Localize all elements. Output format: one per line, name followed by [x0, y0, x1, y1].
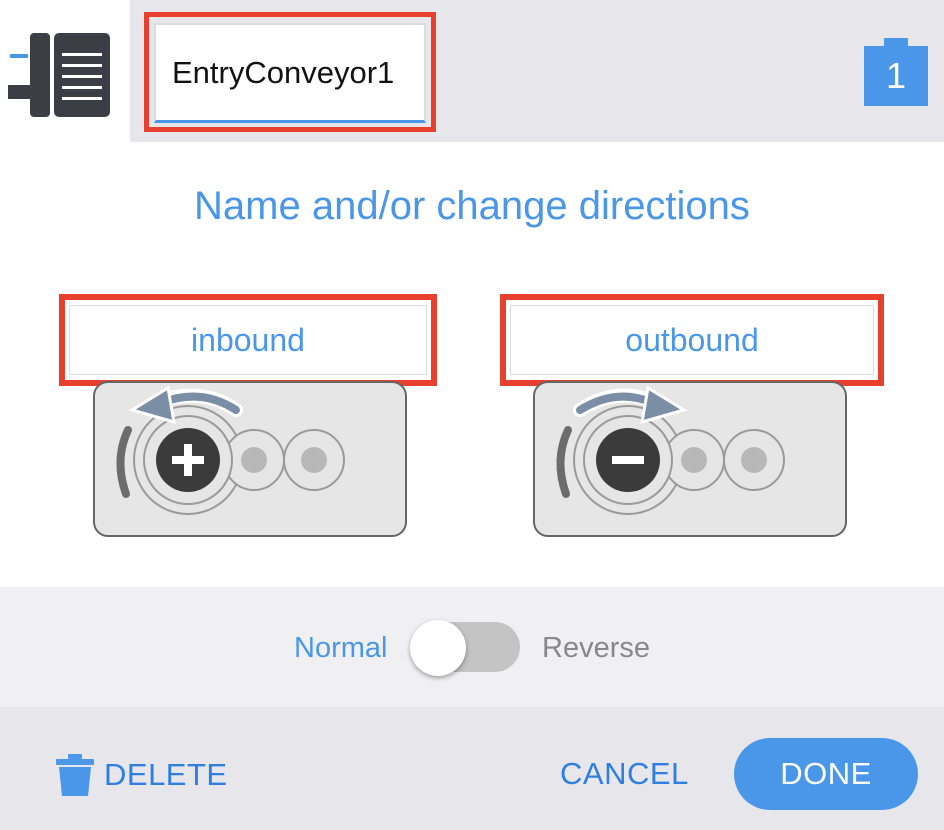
delete-button[interactable]: DELETE — [56, 748, 228, 802]
trash-icon — [56, 754, 94, 796]
device-tile — [0, 0, 130, 142]
delete-label: DELETE — [104, 757, 228, 792]
port-number-badge: 1 — [885, 55, 907, 96]
inbound-button[interactable]: inbound — [69, 305, 427, 375]
outbound-rotation-illustration — [533, 381, 847, 537]
header-bar — [0, 0, 944, 142]
reverse-label: Reverse — [542, 632, 650, 664]
conveyor-device-icon — [8, 33, 110, 117]
inbound-rotation-illustration — [93, 381, 407, 537]
cancel-button[interactable]: CANCEL — [560, 756, 689, 792]
direction-toggle-knob[interactable] — [410, 620, 466, 676]
page-title: Name and/or change directions — [194, 184, 750, 228]
device-name-input[interactable] — [154, 23, 426, 123]
normal-label: Normal — [294, 632, 388, 664]
done-button[interactable]: DONE — [734, 738, 918, 810]
outbound-button[interactable]: outbound — [510, 305, 874, 375]
